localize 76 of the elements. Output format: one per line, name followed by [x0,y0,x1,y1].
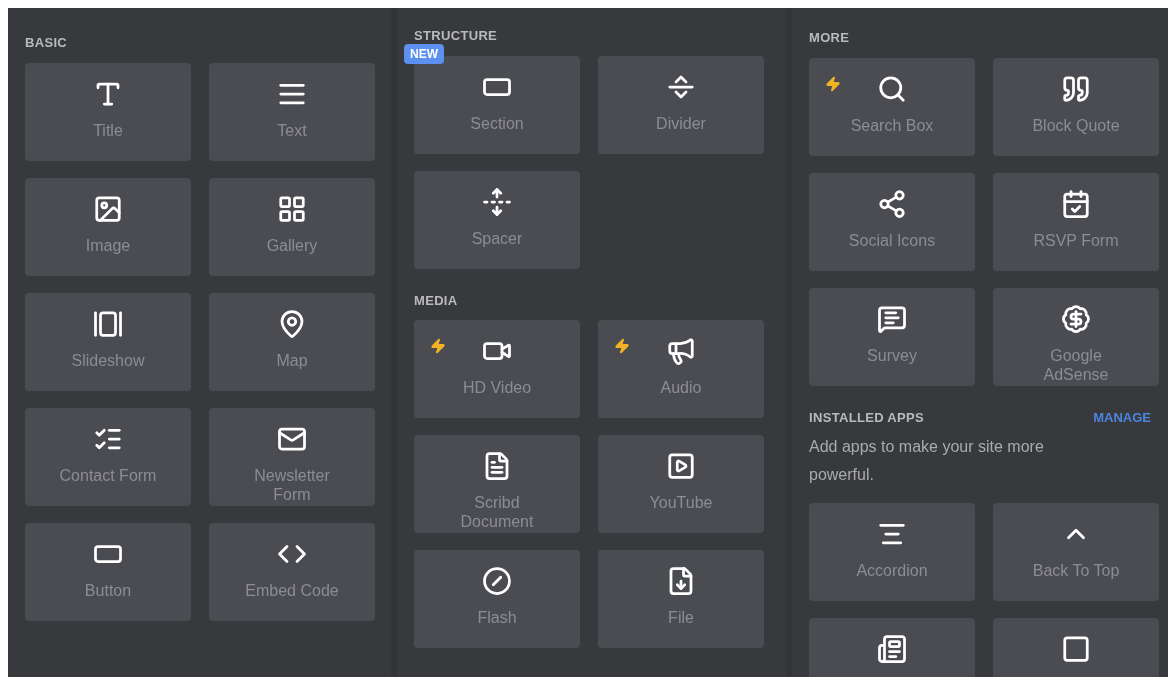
widget-tile[interactable]: File [598,550,764,648]
widget-tile[interactable]: Search Box [809,57,975,156]
widget-tile[interactable]: Embed Code [209,522,375,621]
speaker-icon [666,336,696,366]
widget-tile[interactable]: Divider [598,55,764,154]
tile-label: Gallery [266,235,318,255]
tile-label: Button [84,580,132,600]
tile-label: Slideshow [71,350,145,370]
tile-label: Embed Code [245,580,339,600]
frame-icon [1061,634,1091,664]
widget-tile[interactable]: Button [25,522,191,621]
widget-tile[interactable]: Gallery [209,177,375,276]
widget-tile[interactable]: Social Icons [809,172,975,271]
widget-tile[interactable]: Back To Top [993,503,1159,601]
section-heading: BASIC [25,34,68,52]
tile-label: RSVP Form [1033,230,1119,250]
play-icon [666,451,696,481]
section-heading: MEDIA [414,291,458,310]
calendar-check-icon [1061,188,1091,219]
tile-label: Google AdSense [1043,345,1109,384]
spacer-icon [482,186,512,217]
tile-label: YouTube [649,493,713,512]
tile-label: Map [276,350,308,370]
tile-label: HD Video [462,378,532,397]
widget-tile[interactable]: Title [25,62,191,161]
tile-label: Newsletter Form [254,465,330,504]
share-icon [877,188,907,219]
widget-tile[interactable]: Scribd Document [414,435,580,533]
manage-link[interactable]: MANAGE [1093,407,1151,427]
new-badge: NEW [404,43,444,64]
grid-icon [277,193,307,224]
search-icon [877,73,907,104]
tile-label: Accordion [856,561,928,580]
section-heading: STRUCTURE [414,27,498,45]
widget-tile[interactable]: Image [25,177,191,276]
tile-label: Title [93,120,123,140]
slideshow-icon [93,308,123,339]
tile-label: Contact Form [59,465,157,485]
chat-bubble-icon [877,303,907,334]
widget-tile[interactable]: Flash [414,550,580,648]
image-icon [93,193,123,224]
dollar-badge-icon [1061,303,1091,334]
widget-tile[interactable]: Slideshow [25,292,191,391]
widget-tile[interactable]: Block Quote [993,57,1159,156]
tile-label: Text [277,120,307,140]
tile-label: Section [470,113,524,133]
section-heading: MORE [809,29,850,47]
panel-icon [877,634,907,664]
tile-label: Spacer [471,228,523,248]
widget-tile[interactable]: HD Video [414,320,580,418]
tile-label: Back To Top [1032,561,1120,580]
widget-tile[interactable]: RSVP Form [993,172,1159,271]
tile-label: Scribd Document [460,493,534,531]
widget-tile[interactable]: Contact Form [25,407,191,506]
tile-label: Block Quote [1032,115,1120,135]
widget-tile[interactable]: YouTube [598,435,764,533]
widget-tile[interactable]: Newsletter Form [209,407,375,506]
widget-tile[interactable]: Survey [809,287,975,386]
tile-label: Divider [656,113,706,133]
tile-label: Social Icons [848,230,936,250]
section-description: Add apps to make your site more powerful. [809,437,1045,485]
flash-icon [482,566,512,596]
widget-tile[interactable]: Map [209,292,375,391]
widget-tile[interactable]: Text [209,62,375,161]
widget-tile[interactable]: Spacer [414,170,580,269]
tile-label: Search Box [850,115,934,135]
tile-label: Survey [867,345,917,365]
tile-label: Image [85,235,131,255]
section-heading: INSTALLED APPS [809,408,925,427]
widget-tile[interactable]: Accordion [809,503,975,601]
tile-label: Flash [477,608,517,627]
quote-icon [1061,73,1091,104]
tile-label: File [668,608,694,627]
tile-label: Audio [660,378,702,397]
widget-tile[interactable]: Audio [598,320,764,418]
widget-tile[interactable]: Google AdSense [993,287,1159,386]
